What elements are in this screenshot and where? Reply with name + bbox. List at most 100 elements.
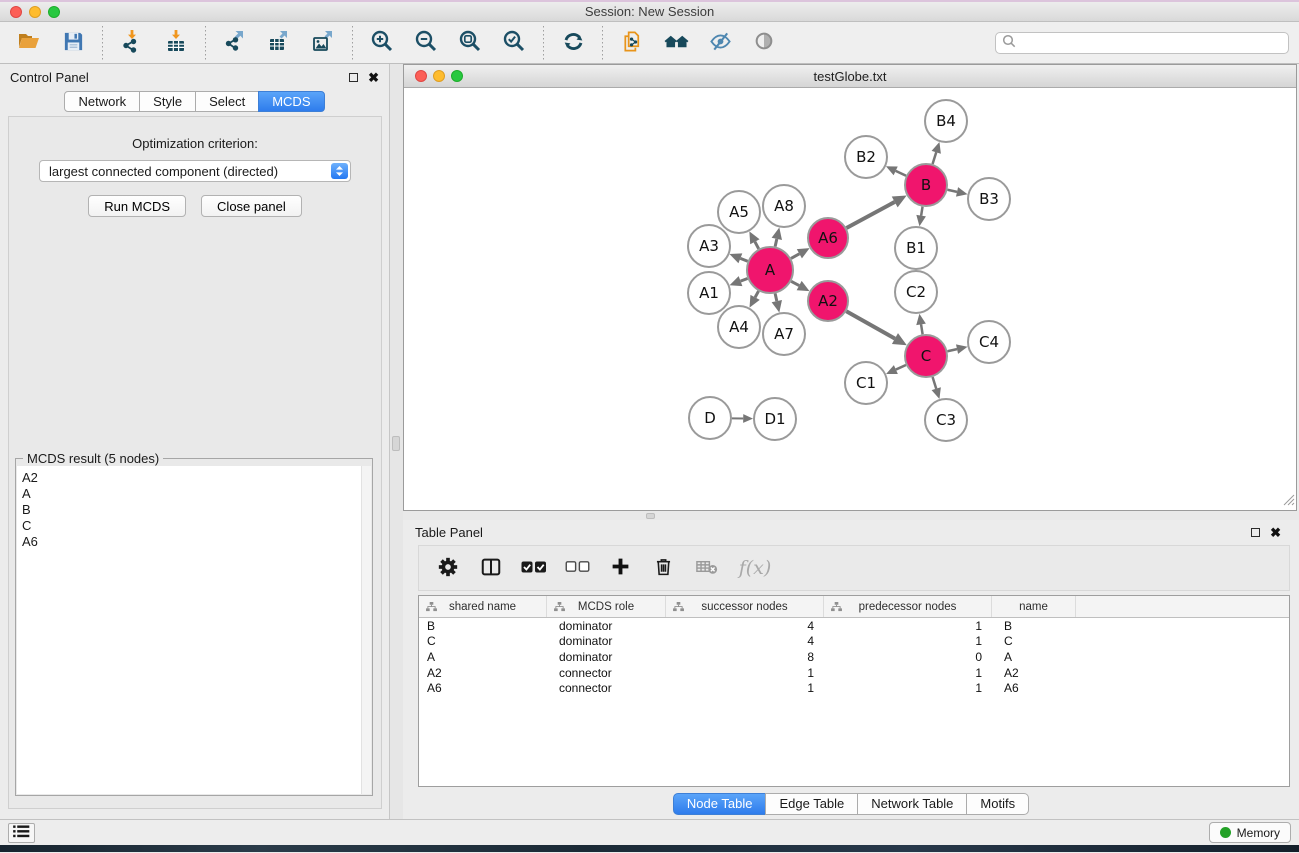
search-field[interactable]	[995, 32, 1289, 54]
graph-node-C1[interactable]: C1	[845, 362, 887, 404]
edge-A2-C[interactable]	[846, 311, 895, 338]
edge-B-B2[interactable]	[896, 171, 906, 176]
tab-edge-table[interactable]: Edge Table	[765, 793, 858, 815]
graph-node-A4[interactable]: A4	[718, 306, 760, 348]
tab-node-table[interactable]: Node Table	[673, 793, 767, 815]
memory-button[interactable]: Memory	[1209, 822, 1291, 843]
tab-network-table[interactable]: Network Table	[857, 793, 967, 815]
minimize-network-button[interactable]	[433, 70, 445, 82]
close-table-panel-icon[interactable]: ✖	[1270, 528, 1281, 538]
open-file-button[interactable]	[10, 26, 48, 60]
edge-B-B4[interactable]	[933, 152, 937, 164]
graph-node-A8[interactable]: A8	[763, 185, 805, 227]
graph-node-C2[interactable]: C2	[895, 271, 937, 313]
column-layout-button[interactable]	[476, 551, 506, 585]
run-mcds-button[interactable]: Run MCDS	[88, 195, 186, 217]
graph-node-A2[interactable]: A2	[808, 281, 848, 321]
graph-node-A7[interactable]: A7	[763, 313, 805, 355]
column-header-successor-nodes[interactable]: successor nodes	[666, 596, 824, 617]
graph-node-A1[interactable]: A1	[688, 272, 730, 314]
select-all-button[interactable]	[519, 551, 549, 585]
show-panels-button[interactable]	[745, 26, 783, 60]
network-canvas[interactable]: B4B2BB3A5A8A6B1A3AA1C2A2A4A7C4CC1C3DD1	[404, 89, 1296, 510]
tab-style[interactable]: Style	[139, 91, 196, 112]
export-network-button[interactable]	[216, 26, 254, 60]
graph-node-B2[interactable]: B2	[845, 136, 887, 178]
node-table[interactable]: shared nameMCDS rolesuccessor nodesprede…	[418, 595, 1290, 787]
import-table-button[interactable]	[157, 26, 195, 60]
delete-column-button[interactable]	[648, 551, 678, 585]
vertical-splitter-handle[interactable]	[392, 436, 400, 451]
graph-node-D1[interactable]: D1	[754, 398, 796, 440]
export-table-button[interactable]	[260, 26, 298, 60]
graph-node-A5[interactable]: A5	[718, 191, 760, 233]
edge-C-C1[interactable]	[896, 365, 906, 370]
add-column-button[interactable]	[605, 551, 635, 585]
graph-node-B1[interactable]: B1	[895, 227, 937, 269]
tab-select[interactable]: Select	[195, 91, 259, 112]
deselect-all-button[interactable]	[562, 551, 592, 585]
zoom-fit-button[interactable]	[451, 26, 489, 60]
graph-node-A3[interactable]: A3	[688, 225, 730, 267]
edge-B-B3[interactable]	[947, 190, 957, 192]
graph-node-A6[interactable]: A6	[808, 218, 848, 258]
zoom-window-button[interactable]	[48, 6, 60, 18]
edge-B-B1[interactable]	[921, 207, 922, 216]
table-row[interactable]: A6connector11A6	[419, 680, 1289, 696]
edge-A-A7[interactable]	[775, 293, 777, 301]
vertical-splitter[interactable]	[390, 64, 403, 819]
edge-A6-B[interactable]	[846, 202, 894, 228]
float-panel-icon[interactable]	[349, 73, 358, 82]
result-item[interactable]: C	[22, 518, 361, 534]
clone-network-button[interactable]	[613, 26, 651, 60]
network-graph[interactable]: B4B2BB3A5A8A6B1A3AA1C2A2A4A7C4CC1C3DD1	[404, 89, 1296, 510]
zoom-in-button[interactable]	[363, 26, 401, 60]
table-row[interactable]: A2connector11A2	[419, 665, 1289, 681]
graph-node-C[interactable]: C	[905, 335, 947, 377]
search-input[interactable]	[1020, 36, 1282, 50]
table-row[interactable]: Cdominator41C	[419, 634, 1289, 650]
tab-motifs[interactable]: Motifs	[966, 793, 1029, 815]
graph-node-A[interactable]: A	[747, 247, 793, 293]
zoom-out-button[interactable]	[407, 26, 445, 60]
result-item[interactable]: A2	[22, 470, 361, 486]
edge-A-A8[interactable]	[775, 239, 777, 247]
edge-A-A3[interactable]	[740, 258, 747, 261]
column-header-name[interactable]: name	[992, 596, 1076, 617]
column-header-shared-name[interactable]: shared name	[419, 596, 547, 617]
zoom-network-button[interactable]	[451, 70, 463, 82]
column-header-mcds-role[interactable]: MCDS role	[547, 596, 666, 617]
resize-grip-icon[interactable]	[1283, 494, 1295, 509]
import-network-button[interactable]	[113, 26, 151, 60]
edge-C-C2[interactable]	[921, 324, 923, 334]
edge-A-A2[interactable]	[791, 281, 799, 285]
edge-C-C4[interactable]	[947, 349, 957, 351]
graph-node-B[interactable]: B	[905, 164, 947, 206]
graph-node-D[interactable]: D	[689, 397, 731, 439]
tab-mcds[interactable]: MCDS	[258, 91, 324, 112]
save-session-button[interactable]	[54, 26, 92, 60]
horizontal-splitter-handle[interactable]	[646, 513, 655, 519]
settings-button[interactable]	[433, 551, 463, 585]
result-item[interactable]: A6	[22, 534, 361, 550]
table-row[interactable]: Adominator80A	[419, 649, 1289, 665]
column-header-predecessor-nodes[interactable]: predecessor nodes	[824, 596, 992, 617]
edge-A-A6[interactable]	[791, 254, 799, 259]
horizontal-splitter[interactable]	[403, 511, 1299, 520]
tab-network[interactable]: Network	[64, 91, 140, 112]
graph-node-B3[interactable]: B3	[968, 178, 1010, 220]
close-panel-button[interactable]: Close panel	[201, 195, 302, 217]
edge-A-A4[interactable]	[755, 291, 758, 297]
result-scrollbar[interactable]	[361, 466, 371, 794]
criterion-dropdown[interactable]: largest connected component (directed)	[39, 160, 351, 182]
refresh-button[interactable]	[554, 26, 592, 60]
hide-panels-button[interactable]	[701, 26, 739, 60]
graph-node-B4[interactable]: B4	[925, 100, 967, 142]
edge-A-A1[interactable]	[741, 278, 748, 281]
table-row[interactable]: Bdominator41B	[419, 618, 1289, 634]
home-button[interactable]	[657, 26, 695, 60]
close-panel-icon[interactable]: ✖	[368, 73, 379, 83]
task-history-button[interactable]	[8, 823, 35, 843]
network-window-titlebar[interactable]: testGlobe.txt	[404, 65, 1296, 88]
edge-A-A5[interactable]	[755, 242, 759, 249]
